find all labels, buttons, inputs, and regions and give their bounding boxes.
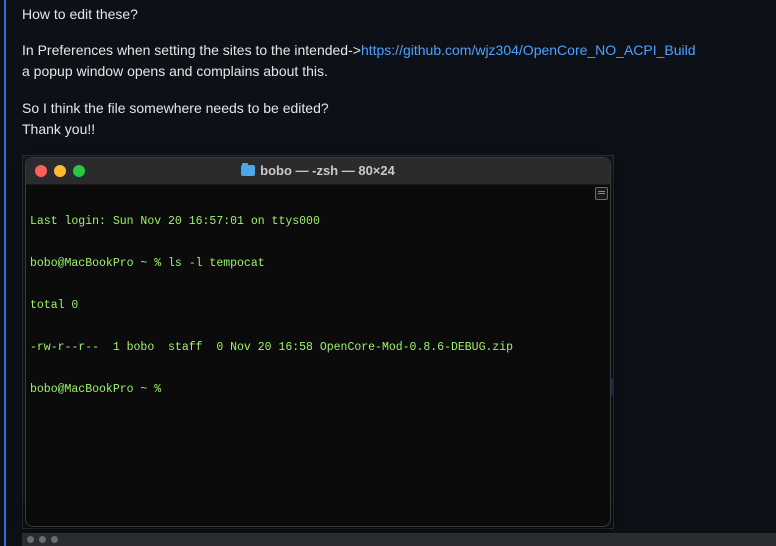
post-line-preferences: In Preferences when setting the sites to… — [22, 40, 696, 61]
terminal-line: bobo@MacBookPro ~ % ls -l tempocat — [30, 257, 265, 270]
scroll-menu-icon[interactable] — [595, 187, 608, 200]
dot-icon — [51, 536, 58, 543]
post-line-preferences-text: In Preferences when setting the sites to… — [22, 42, 361, 58]
post-line-thanks: Thank you!! — [22, 121, 96, 137]
quote-rule — [4, 0, 6, 546]
post-line-popup: a popup window opens and complains about… — [22, 63, 328, 79]
dot-icon — [27, 536, 34, 543]
github-link[interactable]: https://github.com/wjz304/OpenCore_NO_AC… — [361, 42, 696, 58]
window-controls-strip — [22, 533, 776, 546]
post-line-edit: So I think the file somewhere needs to b… — [22, 100, 329, 116]
dot-icon — [39, 536, 46, 543]
terminal-title: bobo — -zsh — 80×24 — [26, 163, 610, 178]
post-line-question: How to edit these? — [22, 6, 138, 22]
terminal-window: bobo — -zsh — 80×24 Last login: Sun Nov … — [25, 157, 611, 527]
terminal-line: -rw-r--r-- 1 bobo staff 0 Nov 20 16:58 O… — [30, 341, 514, 354]
terminal-line: total 0 — [30, 299, 79, 312]
terminal-line: Last login: Sun Nov 20 16:57:01 on ttys0… — [30, 215, 320, 228]
folder-icon — [241, 163, 256, 176]
terminal-title-text: bobo — -zsh — 80×24 — [260, 163, 395, 178]
terminal-titlebar[interactable]: bobo — -zsh — 80×24 — [26, 158, 610, 185]
terminal-output[interactable]: Last login: Sun Nov 20 16:57:01 on ttys0… — [30, 187, 594, 425]
terminal-line: bobo@MacBookPro ~ % — [30, 383, 169, 396]
